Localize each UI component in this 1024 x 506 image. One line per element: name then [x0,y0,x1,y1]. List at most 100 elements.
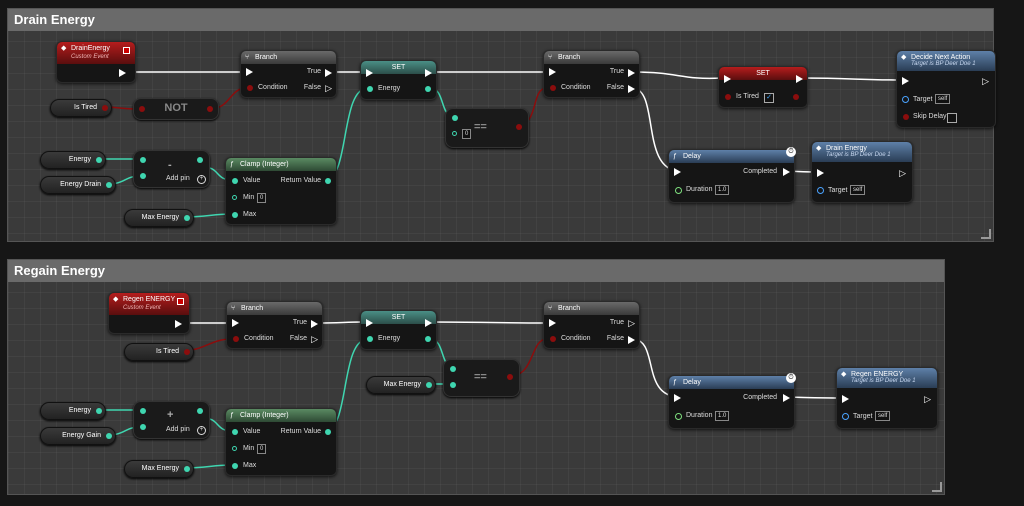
exec-in-pin[interactable] [246,68,253,76]
true-exec-pin[interactable] [311,320,318,328]
condition-pin[interactable] [233,336,239,342]
true-exec-pin[interactable] [628,69,635,77]
branch-node[interactable]: ⑂ Branch True Condition False ▷ [240,50,337,98]
energy-in-pin[interactable] [367,86,373,92]
exec-out-pin[interactable] [796,75,803,83]
clamp-integer-node[interactable]: ƒ Clamp (Integer) Value Return Value Min … [225,157,337,225]
return-value-pin[interactable] [325,429,331,435]
equals-node[interactable]: == [443,359,520,397]
b-pin[interactable] [450,382,456,388]
resize-handle[interactable] [981,229,991,239]
int-out-pin[interactable] [184,215,190,221]
exec-in-pin[interactable] [674,394,681,402]
int-out-pin[interactable] [96,157,102,163]
drain-energy-call-node[interactable]: ◆ Drain Energy Target is BP Deer Doe 1 ▷ … [811,141,913,203]
condition-pin[interactable] [550,85,556,91]
a-pin[interactable] [450,366,456,372]
int-out-pin[interactable] [96,408,102,414]
equals-node[interactable]: 0 == [445,108,529,148]
true-exec-pin[interactable] [325,69,332,77]
exec-out-pin[interactable] [425,319,432,327]
bool-out-pin[interactable] [207,106,213,112]
exec-in-pin[interactable] [549,319,556,327]
false-exec-pin[interactable]: ▷ [311,335,318,344]
branch-node-2[interactable]: ⑂ Branch True ▷ Condition False [543,301,640,349]
event-node-drain-energy[interactable]: ◆ DrainEnergy Custom Event [56,41,136,83]
max-pin[interactable] [232,463,238,469]
variable-max-energy[interactable]: Max Energy [124,209,194,227]
variable-energy[interactable]: Energy [40,151,106,169]
delay-node[interactable]: ƒ Delay ⏱ Completed Duration 1.0 [668,373,796,429]
duration-value[interactable]: 1.0 [715,411,730,421]
exec-in-pin[interactable] [232,319,239,327]
is-tired-checkbox[interactable]: ✓ [764,93,774,103]
bool-out-pin[interactable] [102,105,108,111]
false-exec-pin[interactable]: ▷ [325,84,332,93]
delegate-pin[interactable] [177,298,184,305]
int-out-pin[interactable] [426,382,432,388]
exec-out-pin[interactable]: ▷ [899,169,906,178]
min-pin[interactable] [232,195,237,200]
delay-node[interactable]: ƒ Delay ⏱ Completed Duration 1.0 [668,147,796,203]
duration-pin[interactable] [675,187,682,194]
completed-exec-pin[interactable] [783,168,790,176]
int-out-pin[interactable] [106,433,112,439]
duration-value[interactable]: 1.0 [715,185,730,195]
int-out-pin[interactable] [106,182,112,188]
skip-delay-pin[interactable] [903,114,909,120]
variable-energy-gain[interactable]: Energy Gain [40,427,116,445]
exec-out-pin[interactable] [425,69,432,77]
value-pin[interactable] [232,178,238,184]
add-node[interactable]: + Add pin + [133,401,210,439]
resize-handle[interactable] [932,482,942,492]
min-value[interactable]: 0 [257,193,267,203]
b-pin[interactable] [452,131,457,136]
a-pin[interactable] [140,408,146,414]
not-node[interactable]: NOT [133,98,219,120]
energy-in-pin[interactable] [367,336,373,342]
add-pin-button[interactable]: Add pin [166,426,190,433]
delegate-pin[interactable] [123,47,130,54]
variable-is-tired[interactable]: Is Tired [50,99,112,117]
exec-out-pin[interactable] [175,320,182,328]
result-pin[interactable] [507,374,513,380]
true-exec-pin[interactable]: ▷ [628,319,635,328]
target-value[interactable]: self [875,411,891,421]
exec-in-pin[interactable] [724,75,731,83]
result-pin[interactable] [516,124,522,130]
event-node-regen-energy[interactable]: ◆ Regen ENERGY Custom Event [108,292,190,334]
comment-title[interactable]: Drain Energy [8,9,993,31]
subtract-node[interactable]: - Add pin + [133,150,210,188]
b-value[interactable]: 0 [462,129,472,139]
value-pin[interactable] [232,429,238,435]
set-energy-node[interactable]: SET Energy [360,310,437,350]
false-exec-pin[interactable] [628,336,635,344]
exec-in-pin[interactable] [842,395,849,403]
min-value[interactable]: 0 [257,444,267,454]
result-pin[interactable] [197,408,203,414]
bool-out-pin[interactable] [184,349,190,355]
variable-energy[interactable]: Energy [40,402,106,420]
exec-out-pin[interactable] [119,69,126,77]
energy-out-pin[interactable] [425,336,431,342]
variable-is-tired[interactable]: Is Tired [124,343,194,361]
energy-out-pin[interactable] [425,86,431,92]
min-pin[interactable] [232,446,237,451]
set-is-tired-node[interactable]: SET Is Tired ✓ [718,66,808,108]
result-pin[interactable] [197,157,203,163]
target-pin[interactable] [902,96,909,103]
false-exec-pin[interactable] [628,85,635,93]
comment-title[interactable]: Regain Energy [8,260,944,282]
target-pin[interactable] [817,187,824,194]
target-pin[interactable] [842,413,849,420]
b-pin[interactable] [140,173,146,179]
is-tired-in-pin[interactable] [725,94,731,100]
skip-delay-checkbox[interactable] [947,113,957,123]
branch-node[interactable]: ⑂ Branch True Condition False ▷ [226,301,323,349]
completed-exec-pin[interactable] [783,394,790,402]
exec-out-pin[interactable]: ▷ [924,395,931,404]
a-pin[interactable] [452,115,458,121]
exec-in-pin[interactable] [817,169,824,177]
variable-energy-drain[interactable]: Energy Drain [40,176,116,194]
decide-next-action-node[interactable]: ◆ Decide Next Action Target is BP Deer Do… [896,50,996,128]
